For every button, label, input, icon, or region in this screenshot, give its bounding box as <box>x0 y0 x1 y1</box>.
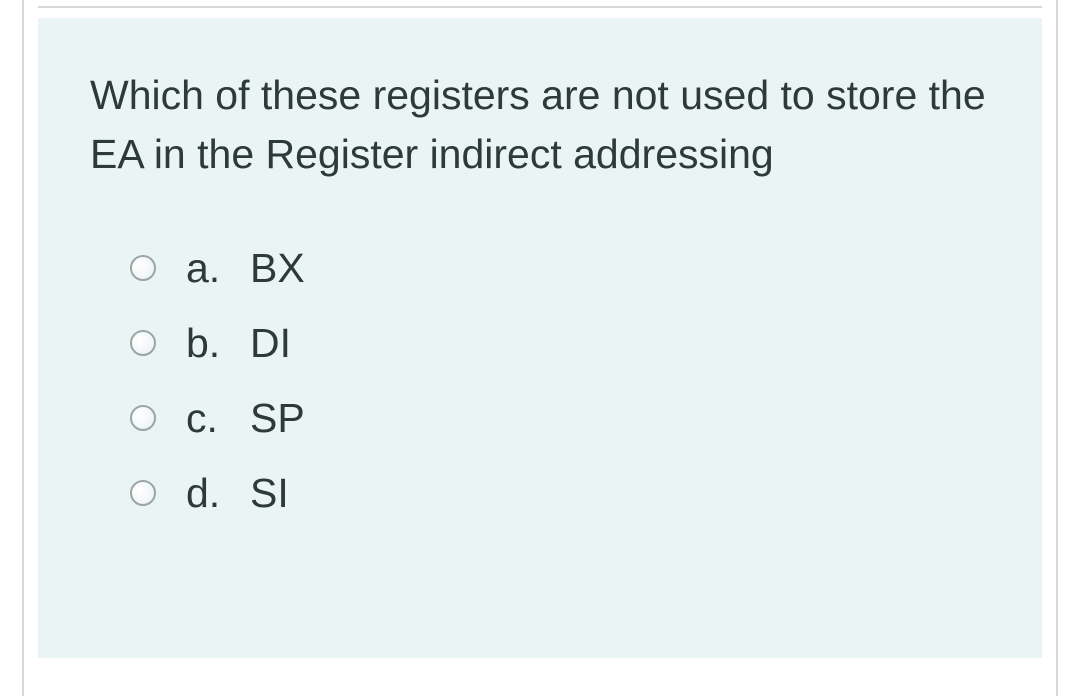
radio-icon[interactable] <box>130 255 156 281</box>
option-letter: d. <box>186 470 250 517</box>
option-letter: a. <box>186 245 250 292</box>
radio-icon[interactable] <box>130 405 156 431</box>
option-a[interactable]: a. BX <box>130 245 990 292</box>
page-frame: Which of these registers are not used to… <box>22 0 1058 696</box>
option-text: DI <box>250 320 291 367</box>
radio-icon[interactable] <box>130 330 156 356</box>
top-divider <box>38 6 1042 8</box>
option-text: SP <box>250 395 305 442</box>
option-d[interactable]: d. SI <box>130 470 990 517</box>
option-c[interactable]: c. SP <box>130 395 990 442</box>
question-card: Which of these registers are not used to… <box>38 18 1042 658</box>
option-letter: b. <box>186 320 250 367</box>
option-letter: c. <box>186 395 250 442</box>
question-text: Which of these registers are not used to… <box>90 66 990 185</box>
option-text: SI <box>250 470 289 517</box>
option-b[interactable]: b. DI <box>130 320 990 367</box>
radio-icon[interactable] <box>130 480 156 506</box>
options-list: a. BX b. DI c. SP d. SI <box>90 245 990 517</box>
option-text: BX <box>250 245 305 292</box>
